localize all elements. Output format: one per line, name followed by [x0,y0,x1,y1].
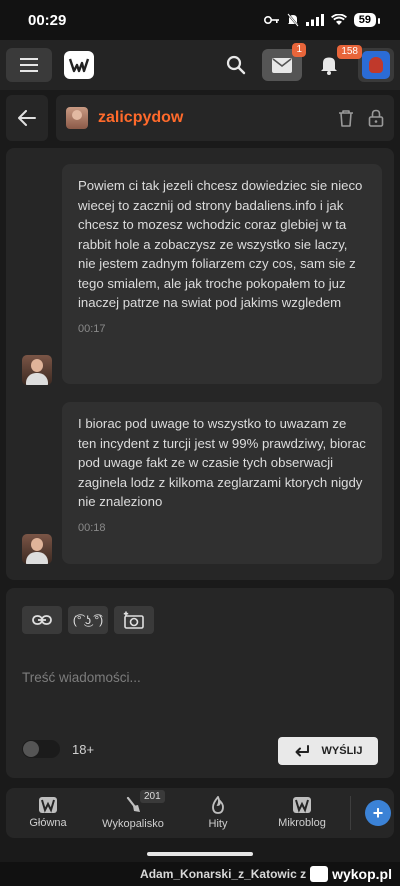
flame-icon [212,796,224,814]
message-text: I biorac pod uwage to wszystko to uwazam… [78,416,366,509]
trash-icon[interactable] [338,109,354,127]
menu-icon-line [20,64,38,66]
microblog-icon [293,797,311,813]
wifi-icon [330,14,347,25]
status-icons: 59 [263,13,381,27]
messages-badge: 1 [292,43,306,57]
nav-item-label: Hity [208,818,228,830]
nav-item-home[interactable]: Główna [6,797,90,829]
message-avatar[interactable] [22,534,52,564]
conversation-username[interactable]: zalicpydow [98,109,183,127]
bottom-navigation: Główna 201 Wykopalisko Hity Mikroblog + [6,788,394,838]
search-button[interactable] [218,47,254,83]
key-icon [263,16,279,24]
send-label: WYŚLIJ [321,745,363,757]
link-icon [32,615,52,625]
search-icon [226,55,246,75]
messages-list[interactable]: Powiem ci tak jezeli chcesz dowiedziec s… [6,148,394,580]
menu-icon-line [20,70,38,72]
user-avatar[interactable] [66,107,88,129]
conversation-header: zalicpydow [6,95,394,141]
wykop-logo[interactable] [64,51,94,79]
adult-content-label: 18+ [72,741,95,757]
wykop-logo-icon [68,58,90,73]
back-button[interactable] [6,95,48,141]
add-photo-button[interactable] [114,606,154,634]
wykopalisko-badge: 201 [140,790,165,803]
nav-item-label: Główna [29,817,67,829]
avatar [362,51,390,79]
message-time: 00:18 [78,521,106,534]
message-bubble: Powiem ci tak jezeli chcesz dowiedziec s… [62,164,382,384]
menu-icon-line [20,58,38,60]
watermark: Adam_Konarski_z_Katowic z wykop.pl [0,862,400,886]
add-content-button[interactable]: + [365,800,391,826]
message-time: 00:17 [78,322,106,335]
conversation-actions [338,109,384,127]
signal-icon [305,14,324,26]
conversation-title-bar: zalicpydow [56,95,394,141]
enter-icon [295,745,309,757]
camera-plus-icon [123,611,144,629]
message-avatar[interactable] [22,355,52,385]
watermark-site: wykop.pl [332,866,392,882]
lenny-face-button[interactable]: (͡° ͜ʖ ͡°) [68,606,108,634]
mute-icon [286,13,299,27]
nav-divider [350,796,351,830]
arrow-left-icon [18,110,36,126]
send-button[interactable]: WYŚLIJ [278,737,378,765]
insert-link-button[interactable] [22,606,62,634]
nav-item-label: Wykopalisko [102,818,164,830]
notifications-badge: 158 [337,45,362,59]
composer-toolbar: (͡° ͜ʖ ͡°) [22,606,154,634]
home-indicator[interactable] [147,852,253,856]
adult-content-toggle[interactable] [22,740,60,758]
messages-button[interactable]: 1 [262,43,306,81]
home-logo-icon [39,797,57,813]
message-composer: (͡° ͜ʖ ͡°) 18+ WYŚLIJ [6,588,394,778]
status-time: 00:29 [28,11,67,29]
shovel-icon [126,796,140,812]
message-bubble: I biorac pod uwage to wszystko to uwazam… [62,402,382,564]
menu-button[interactable] [6,48,52,82]
lock-icon[interactable] [368,109,384,127]
notifications-button[interactable]: 158 [314,45,362,81]
wykop-watermark-logo-icon [310,866,329,882]
nav-item-label: Mikroblog [278,817,326,829]
profile-avatar-button[interactable] [358,48,394,82]
status-bar: 00:29 59 [0,0,400,40]
adult-content-toggle-row: 18+ [22,740,94,758]
top-navigation: 1 158 [0,40,400,90]
bell-icon [321,57,337,75]
nav-item-wykopalisko[interactable]: 201 Wykopalisko [90,790,176,830]
watermark-user: Adam_Konarski_z_Katowic z [140,867,307,881]
message-text: Powiem ci tak jezeli chcesz dowiedziec s… [78,178,363,310]
message-input[interactable] [22,662,378,692]
envelope-icon [272,57,292,73]
battery-indicator: 59 [353,13,381,27]
nav-item-hits[interactable]: Hity [176,796,260,830]
nav-item-microblog[interactable]: Mikroblog [260,797,344,829]
